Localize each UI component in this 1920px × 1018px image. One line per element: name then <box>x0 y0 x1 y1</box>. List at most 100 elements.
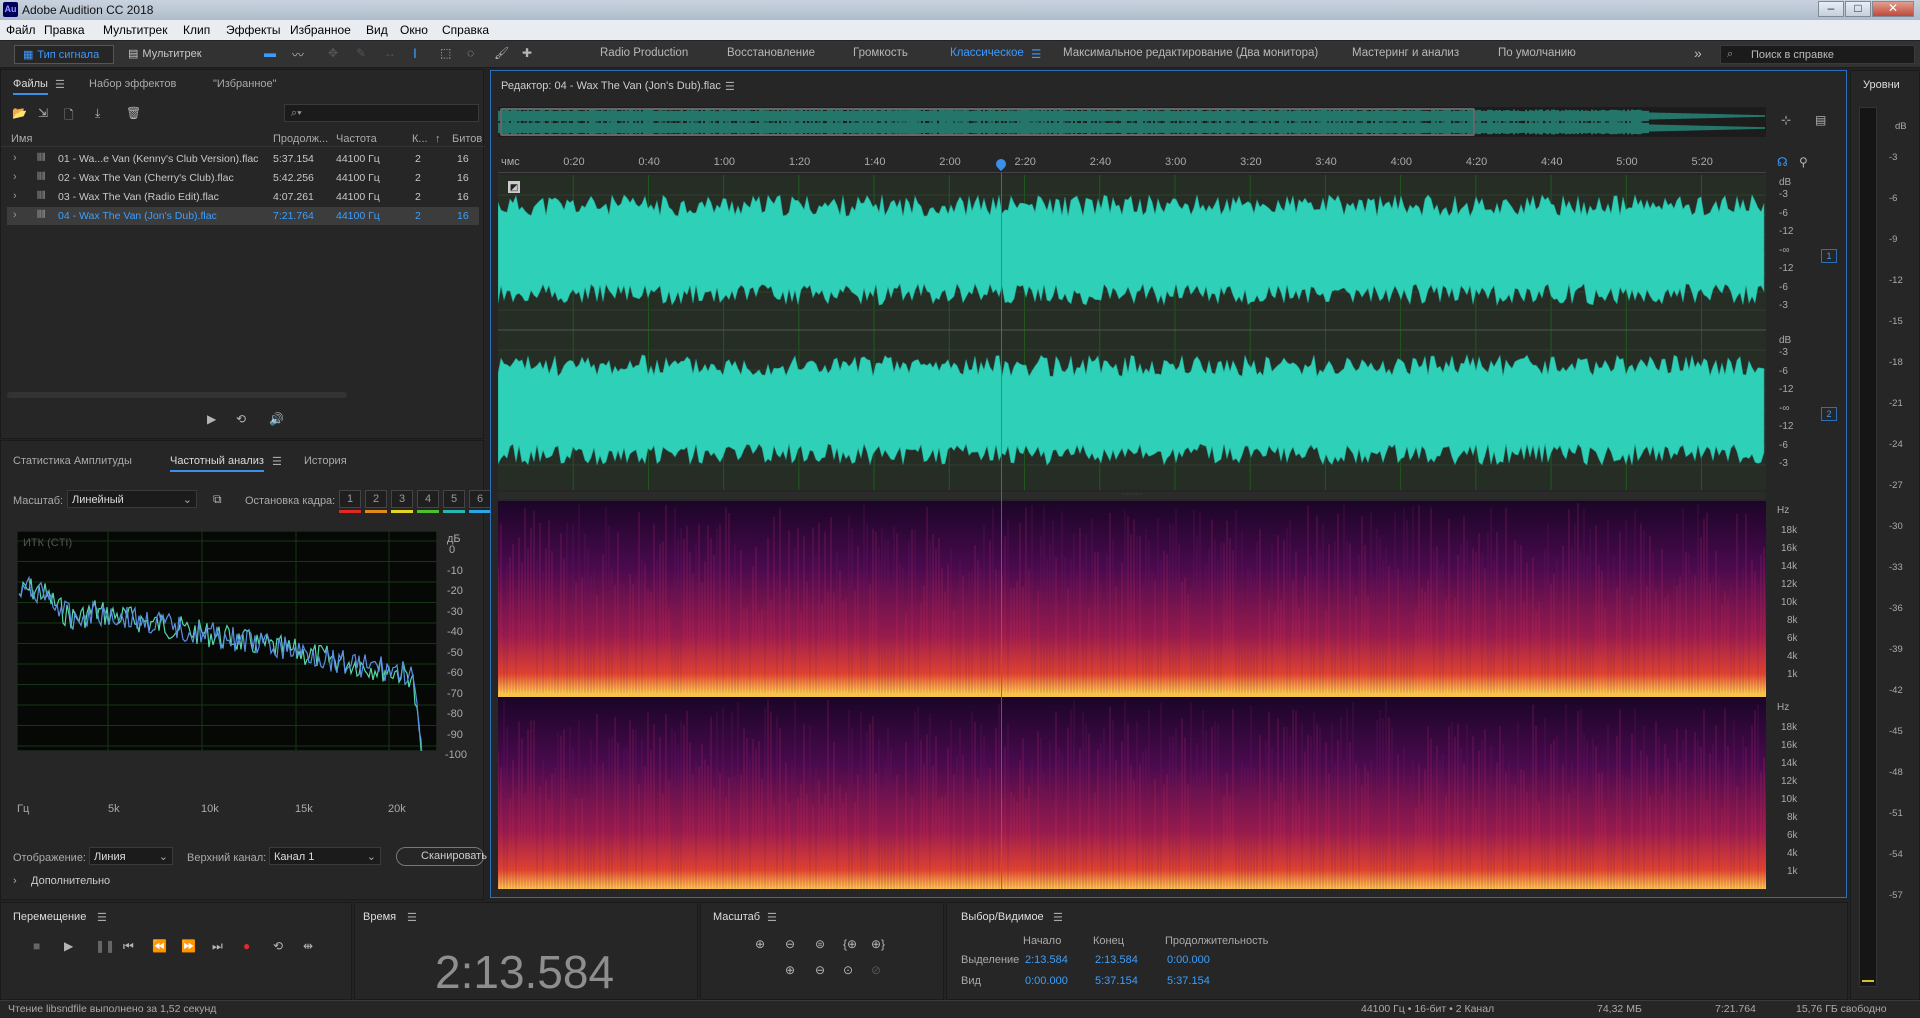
view-duration-field[interactable]: 5:37.154 <box>1167 975 1210 987</box>
chevron-right-icon[interactable]: › <box>13 152 17 164</box>
hold-frame-button[interactable]: 2 <box>365 490 387 508</box>
zoom-in-time-icon[interactable]: ⊕ <box>785 963 795 977</box>
go-to-end-icon[interactable]: ⏭ <box>212 939 223 954</box>
stop-icon[interactable]: ■ <box>33 939 40 953</box>
overview-options-icon[interactable]: ▤ <box>1815 113 1826 127</box>
zoom-in-amplitude-icon[interactable]: ⊕ <box>755 937 765 951</box>
go-to-start-icon[interactable]: ⏮ <box>123 939 134 954</box>
zoom-in-at-end-icon[interactable]: ⊕} <box>871 937 885 951</box>
display-select[interactable]: Линия ⌄ <box>89 847 173 865</box>
column-name[interactable]: Имя <box>11 133 32 145</box>
import-file-icon[interactable]: ⇲ <box>38 106 48 120</box>
column-sample-rate[interactable]: Частота <box>336 133 377 145</box>
hud-toggle-icon[interactable]: ◩ <box>508 181 520 193</box>
file-row[interactable]: › ⫼⫼ 02 - Wax The Van (Cherry's Club).flac… <box>7 169 479 187</box>
transport-menu-icon[interactable]: ☰ <box>97 911 107 924</box>
razor-tool-icon[interactable]: ✎ <box>356 46 366 60</box>
advanced-section-toggle[interactable]: Дополнительно <box>31 875 110 887</box>
headphones-icon[interactable]: ☊ <box>1777 155 1788 169</box>
workspace-mastering[interactable]: Мастеринг и анализ <box>1352 47 1459 59</box>
waveform-view-button[interactable]: ▦ Тип сигнала <box>14 45 114 64</box>
new-file-icon[interactable]: 🗋 <box>64 106 74 127</box>
column-bit-depth[interactable]: Битов <box>452 133 482 145</box>
menu-multitrack[interactable]: Мультитрек <box>103 23 167 37</box>
rewind-icon[interactable]: ⏪ <box>152 939 167 953</box>
zoom-out-time-icon[interactable]: ⊖ <box>815 963 825 977</box>
analysis-panel-menu-icon[interactable]: ☰ <box>272 455 282 468</box>
menu-view[interactable]: Вид <box>366 23 388 37</box>
marquee-tool-icon[interactable]: ⬚ <box>440 46 451 60</box>
menu-edit[interactable]: Правка <box>44 23 85 37</box>
menu-window[interactable]: Окно <box>400 23 428 37</box>
menu-help[interactable]: Справка <box>442 23 489 37</box>
waveform-display-icon[interactable]: ▬ <box>264 46 276 60</box>
file-row[interactable]: › ⫼⫼ 03 - Wax The Van (Radio Edit).flac 4:0… <box>7 188 479 206</box>
tab-favorites[interactable]: "Избранное" <box>213 78 277 90</box>
frame-capture-icon[interactable]: ⧉ <box>213 492 222 507</box>
pause-icon[interactable]: ❚❚ <box>95 939 115 953</box>
selection-duration-field[interactable]: 0:00.000 <box>1167 954 1210 966</box>
selection-menu-icon[interactable]: ☰ <box>1053 911 1063 924</box>
zoom-menu-icon[interactable]: ☰ <box>767 911 777 924</box>
time-selection-tool-icon[interactable]: I <box>413 45 417 61</box>
waveform-area[interactable]: ◩ <box>498 175 1766 490</box>
insert-into-multitrack-icon[interactable]: ⤓ <box>95 106 100 121</box>
files-horizontal-scrollbar[interactable] <box>7 392 347 398</box>
lasso-tool-icon[interactable]: ◌ <box>467 46 474 60</box>
files-panel-menu-icon[interactable]: ☰ <box>55 78 65 91</box>
zoom-out-full-icon[interactable]: ⊜ <box>815 937 825 951</box>
workspace-radio-production[interactable]: Radio Production <box>600 47 688 59</box>
sort-arrow-icon[interactable]: ↑ <box>435 133 441 145</box>
hold-frame-button[interactable]: 3 <box>391 490 413 508</box>
view-end-field[interactable]: 5:37.154 <box>1095 975 1138 987</box>
hold-frame-button[interactable]: 4 <box>417 490 439 508</box>
delete-file-icon[interactable]: 🗑 <box>126 106 141 120</box>
chevron-right-icon[interactable]: › <box>13 875 17 887</box>
workspace-classic[interactable]: Классическое <box>950 47 1024 59</box>
tab-history[interactable]: История <box>304 455 347 467</box>
view-start-field[interactable]: 0:00.000 <box>1025 975 1068 987</box>
overview-waveform[interactable] <box>498 107 1766 137</box>
channel-1-toggle[interactable]: 1 <box>1821 249 1837 263</box>
loop-playback-icon[interactable]: ⟲ <box>273 939 283 953</box>
open-file-icon[interactable]: 📂 <box>12 106 27 120</box>
close-button[interactable]: ✕ <box>1872 1 1914 17</box>
record-icon[interactable]: ● <box>243 939 250 953</box>
play-icon[interactable]: ▶ <box>64 939 73 953</box>
workspace-menu-icon[interactable]: ☰ <box>1031 47 1041 61</box>
fast-forward-icon[interactable]: ⏩ <box>181 939 196 953</box>
workspace-overflow-button[interactable]: » <box>1694 45 1702 61</box>
zoom-to-fit-icon[interactable]: ⊹ <box>1781 113 1791 127</box>
file-row[interactable]: › ⫼⫼ 04 - Wax The Van (Jon's Dub).flac 7:21… <box>7 207 479 225</box>
workspace-default[interactable]: По умолчанию <box>1498 47 1576 59</box>
spectral-splitter-handle[interactable]: ········· <box>498 492 1766 499</box>
maximize-button[interactable]: □ <box>1845 1 1871 17</box>
files-search-input[interactable]: ⌕▾ <box>284 104 479 122</box>
loop-preview-icon[interactable]: ⟲ <box>236 412 246 426</box>
zoom-to-selection-icon[interactable]: ⊙ <box>843 963 853 977</box>
marker-pin-icon[interactable]: ⚲ <box>1799 155 1808 169</box>
skip-selection-icon[interactable]: ⇹ <box>303 939 313 953</box>
minimize-button[interactable]: – <box>1818 1 1844 17</box>
move-tool-icon[interactable]: ✥ <box>328 46 338 60</box>
selection-start-field[interactable]: 2:13.584 <box>1025 954 1068 966</box>
visible-range-handle[interactable] <box>500 108 1475 136</box>
autoplay-volume-icon[interactable]: 🔊 <box>269 412 284 426</box>
workspace-loudness[interactable]: Громкость <box>853 47 908 59</box>
multitrack-view-button[interactable]: ▤ Мультитрек <box>124 45 224 64</box>
tab-frequency-analysis[interactable]: Частотный анализ <box>170 455 264 472</box>
column-duration[interactable]: Продолж... <box>273 133 328 145</box>
workspace-restoration[interactable]: Восстановление <box>727 47 815 59</box>
time-display[interactable]: 2:13.584 <box>435 945 614 999</box>
time-menu-icon[interactable]: ☰ <box>407 911 417 924</box>
channel-2-toggle[interactable]: 2 <box>1821 407 1837 421</box>
spot-healing-tool-icon[interactable]: ✚ <box>522 46 532 60</box>
scale-select[interactable]: Линейный ⌄ <box>67 490 197 508</box>
slip-tool-icon[interactable]: ↔ <box>384 46 396 60</box>
menu-clip[interactable]: Клип <box>183 23 210 37</box>
chevron-right-icon[interactable]: › <box>13 171 17 183</box>
hold-frame-button[interactable]: 5 <box>443 490 465 508</box>
selection-end-field[interactable]: 2:13.584 <box>1095 954 1138 966</box>
scan-button[interactable]: Сканировать <box>396 847 484 866</box>
menu-favorites[interactable]: Избранное <box>290 23 351 37</box>
